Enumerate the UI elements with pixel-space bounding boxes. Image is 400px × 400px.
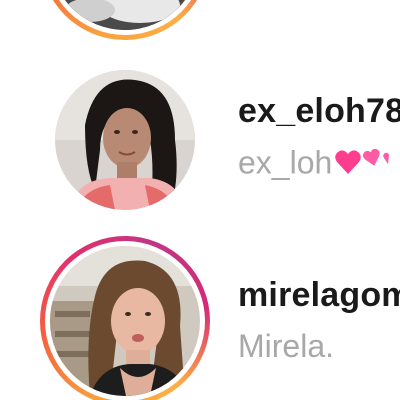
username: mirelagom — [238, 276, 400, 314]
profile-photo-curly-hair-icon — [55, 70, 195, 210]
username: ex_eloh78 — [238, 92, 400, 130]
search-results-list: ex_eloh78 ex_loh mirelagom Mirela. — [0, 0, 400, 400]
profile-photo-pout-icon — [50, 246, 200, 396]
list-item[interactable]: ex_eloh78 ex_loh — [0, 58, 400, 228]
full-name: Mirela. — [238, 328, 335, 364]
pink-hearts-emoji-icon — [334, 144, 394, 186]
list-item[interactable]: mirelagom Mirela. — [0, 228, 400, 400]
list-item[interactable] — [0, 0, 400, 40]
avatar[interactable] — [50, 246, 200, 396]
avatar[interactable] — [55, 70, 195, 210]
full-name: ex_loh — [238, 144, 394, 186]
